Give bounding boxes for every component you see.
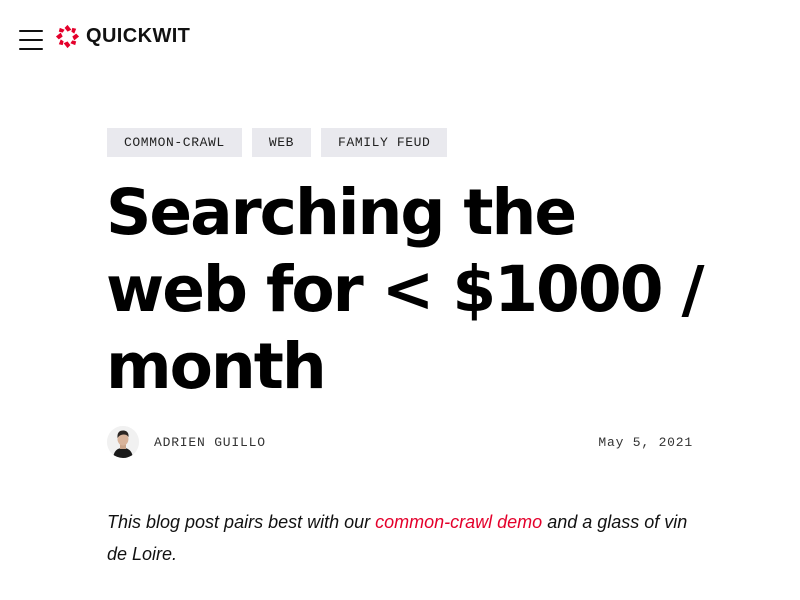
post-title: Searching the web for < $1000 / month (106, 176, 705, 403)
top-navigation: QUICKWIT (0, 0, 800, 76)
brand-name: QUICKWIT (86, 24, 191, 47)
quickwit-logo-icon (55, 24, 80, 48)
hamburger-menu-icon[interactable] (19, 30, 43, 50)
post-intro: This blog post pairs best with our commo… (107, 506, 697, 570)
author-avatar (107, 426, 139, 458)
author-name[interactable]: ADRIEN GUILLO (154, 435, 266, 450)
post-date: May 5, 2021 (598, 435, 693, 450)
tag-list: COMMON-CRAWL WEB FAMILY FEUD (107, 128, 448, 157)
post-meta: ADRIEN GUILLO May 5, 2021 (107, 424, 693, 460)
common-crawl-demo-link[interactable]: common-crawl demo (375, 512, 542, 532)
brand-logo-link[interactable]: QUICKWIT (54, 22, 190, 50)
tag-common-crawl[interactable]: COMMON-CRAWL (107, 128, 242, 157)
intro-text-before: This blog post pairs best with our (107, 512, 376, 532)
tag-web[interactable]: WEB (251, 128, 312, 157)
tag-family-feud[interactable]: FAMILY FEUD (321, 128, 448, 157)
